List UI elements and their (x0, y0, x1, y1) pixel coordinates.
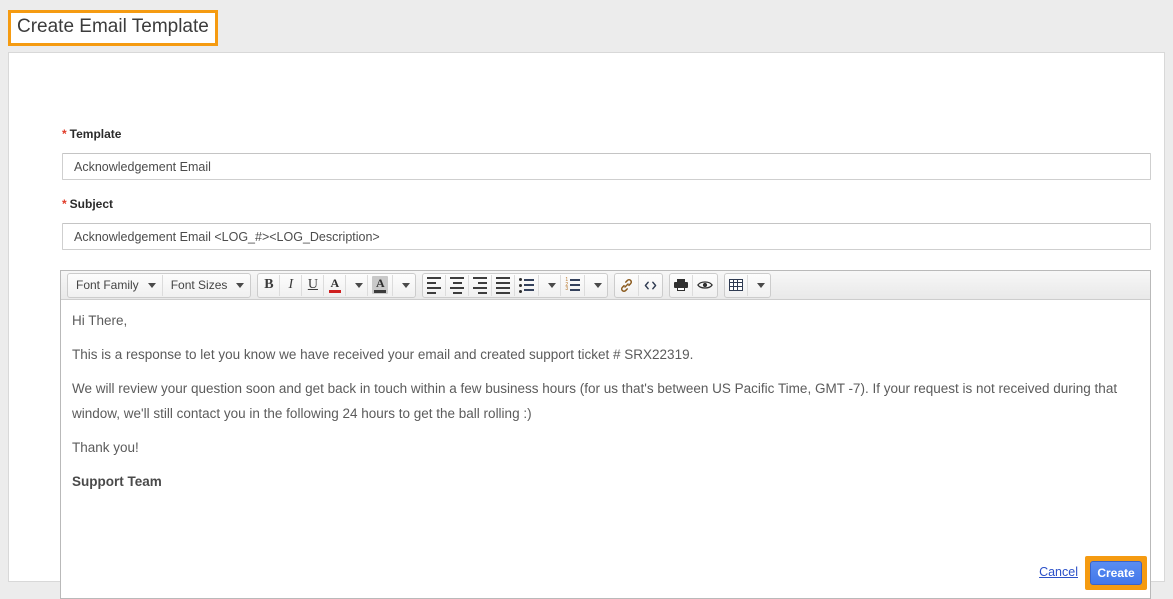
rich-text-editor: Font Family Font Sizes B I U A A 1 2 3 H… (60, 270, 1151, 599)
align-right-button[interactable] (469, 274, 493, 296)
text-color-letter: A (330, 276, 340, 290)
align-left-button[interactable] (423, 274, 447, 296)
bold-button[interactable]: B (258, 274, 281, 296)
source-code-button[interactable] (639, 275, 662, 296)
toolbar-group-fonts: Font Family Font Sizes (67, 272, 252, 298)
table-icon (729, 279, 744, 291)
numbered-list-button[interactable]: 123 (561, 274, 586, 296)
print-icon (674, 279, 689, 291)
chevron-down-icon (547, 282, 556, 288)
toolbar-group-formatting: B I U A A (257, 272, 417, 298)
insert-link-button[interactable] (615, 274, 640, 296)
italic-icon: I (288, 277, 294, 292)
bullet-list-button[interactable] (515, 274, 540, 296)
link-icon (621, 278, 633, 292)
page-title-highlight: Create Email Template (8, 10, 218, 46)
align-justify-button[interactable] (492, 274, 516, 296)
text-color-dropdown[interactable] (346, 274, 369, 296)
editor-paragraph: This is a response to let you know we ha… (72, 347, 694, 362)
source-code-icon (644, 281, 657, 289)
bold-icon: B (264, 277, 274, 292)
toolbar-group-alignment: 123 (422, 272, 609, 298)
create-email-template-panel: *Template *Subject Font Family Font Size… (8, 52, 1165, 599)
page-header: Create Email Template (0, 0, 1173, 52)
template-input[interactable] (62, 153, 1151, 180)
chevron-down-icon (402, 282, 411, 288)
underline-button[interactable]: U (302, 274, 325, 296)
form-footer: Cancel Create (0, 556, 1173, 591)
create-button[interactable]: Create (1090, 561, 1142, 585)
underline-icon: U (307, 277, 318, 292)
preview-eye-icon (697, 281, 714, 289)
subject-field-label: * Subject (62, 197, 113, 211)
toolbar-group-insert (614, 272, 664, 298)
background-color-button[interactable]: A (368, 274, 394, 296)
table-dropdown[interactable] (748, 275, 770, 296)
insert-table-button[interactable] (725, 274, 749, 296)
editor-paragraph: Thank you! (72, 440, 139, 455)
text-color-swatch (328, 290, 341, 293)
template-label-text: Template (69, 127, 122, 141)
template-required-marker: * (62, 127, 67, 141)
chevron-down-icon (594, 282, 603, 288)
toolbar-group-tools (669, 272, 719, 298)
editor-signature: Support Team (72, 474, 162, 489)
editor-paragraph: We will review your question soon and ge… (72, 381, 1118, 421)
align-center-button[interactable] (446, 274, 470, 296)
chevron-down-icon (236, 282, 245, 288)
numbered-list-icon: 123 (565, 277, 581, 293)
subject-input[interactable] (62, 223, 1151, 250)
text-color-icon: A (328, 276, 341, 293)
align-left-icon (427, 275, 442, 295)
bullet-list-dropdown[interactable] (539, 274, 562, 296)
preview-button[interactable] (693, 275, 717, 296)
font-family-dropdown[interactable]: Font Family (68, 274, 163, 296)
chevron-down-icon (757, 282, 766, 288)
chevron-down-icon (147, 282, 156, 288)
subject-required-marker: * (62, 197, 67, 211)
bullet-list-icon (519, 276, 535, 294)
template-field-label: * Template (62, 127, 121, 141)
create-button-highlight: Create (1085, 556, 1147, 590)
background-color-swatch (374, 290, 387, 293)
chevron-down-icon (354, 282, 363, 288)
editor-paragraph: Hi There, (72, 313, 128, 328)
cancel-link[interactable]: Cancel (1039, 565, 1078, 579)
italic-button[interactable]: I (280, 274, 303, 296)
background-color-letter: A (376, 276, 385, 290)
editor-content-area[interactable]: Hi There, This is a response to let you … (61, 300, 1150, 598)
align-right-icon (473, 275, 488, 295)
background-color-icon: A (372, 276, 389, 294)
font-sizes-dropdown[interactable]: Font Sizes (163, 275, 251, 296)
page-title: Create Email Template (17, 16, 209, 37)
font-sizes-label: Font Sizes (170, 278, 228, 292)
editor-toolbar: Font Family Font Sizes B I U A A 1 2 3 (61, 271, 1150, 300)
subject-label-text: Subject (69, 197, 114, 211)
background-color-dropdown[interactable] (393, 275, 415, 296)
align-justify-icon (496, 275, 511, 295)
align-center-icon (450, 275, 465, 295)
toolbar-group-table (724, 272, 772, 298)
print-button[interactable] (670, 274, 694, 296)
text-color-button[interactable]: A (324, 274, 347, 296)
numbered-list-dropdown[interactable] (585, 275, 607, 296)
font-family-label: Font Family (76, 278, 139, 292)
